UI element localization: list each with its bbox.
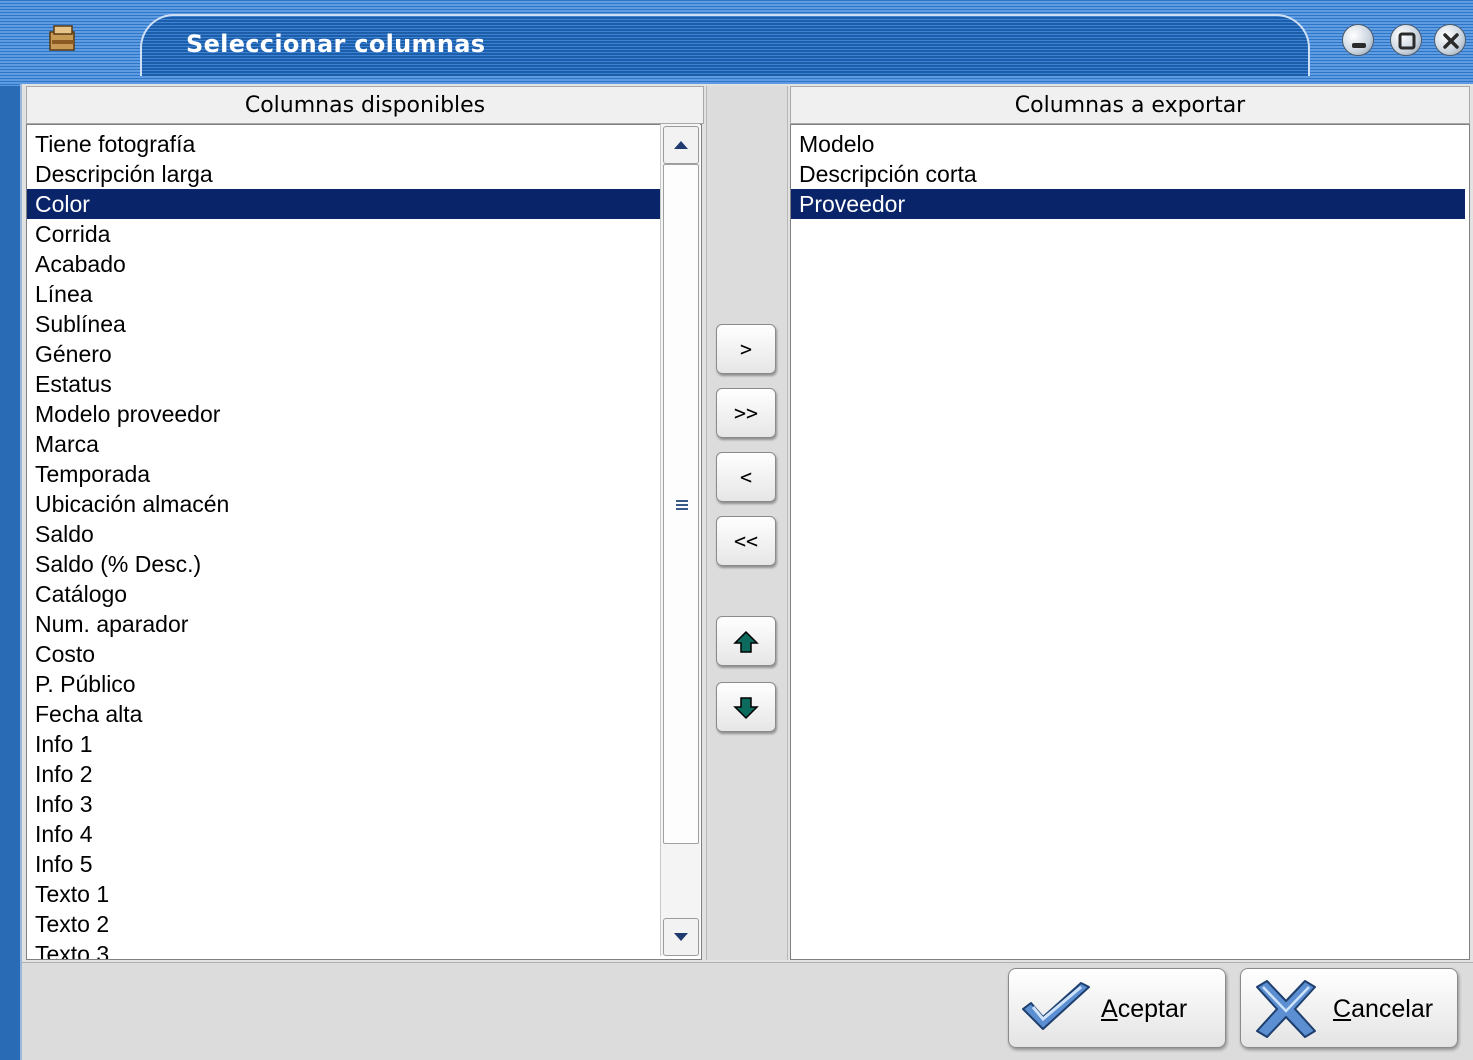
list-item[interactable]: Info 4 <box>27 819 663 849</box>
export-columns-list[interactable]: Modelo Descripción corta Proveedor <box>790 124 1470 960</box>
minimize-icon <box>1352 43 1366 48</box>
list-item[interactable]: Descripción larga <box>27 159 663 189</box>
add-one-button[interactable]: > <box>716 324 776 374</box>
list-item[interactable]: Línea <box>27 279 663 309</box>
available-columns-list[interactable]: Tiene fotografía Descripción larga Color Co… <box>26 124 702 960</box>
cancel-x-icon <box>1256 980 1316 1038</box>
available-list-scrollbar[interactable] <box>660 124 700 956</box>
list-item[interactable]: Catálogo <box>27 579 663 609</box>
dialog-window: Seleccionar columnas Columnas disponible… <box>0 0 1473 1060</box>
remove-one-button[interactable]: < <box>716 452 776 502</box>
move-up-button[interactable] <box>716 616 776 666</box>
cancel-label: Cancelar <box>1333 995 1434 1023</box>
available-columns-header: Columnas disponibles <box>26 86 704 124</box>
cancel-button[interactable]: Cancelar <box>1240 968 1458 1048</box>
close-icon <box>1443 33 1459 49</box>
list-item[interactable]: P. Público <box>27 669 663 699</box>
move-down-arrow-icon <box>733 697 759 720</box>
accept-button[interactable]: Aceptar <box>1008 968 1226 1048</box>
scroll-up-icon <box>674 141 688 149</box>
scroll-grip-icon <box>676 500 688 510</box>
maximize-button[interactable] <box>1390 24 1422 56</box>
list-item[interactable]: Saldo (% Desc.) <box>27 549 663 579</box>
list-item[interactable]: Temporada <box>27 459 663 489</box>
list-item[interactable]: Sublínea <box>27 309 663 339</box>
available-columns-items: Tiene fotografía Descripción larga Color Co… <box>27 125 663 959</box>
remove-all-button[interactable]: << <box>716 516 776 566</box>
list-item[interactable]: Modelo <box>791 129 1465 159</box>
list-item[interactable]: Texto 3 <box>27 939 663 959</box>
list-item[interactable]: Acabado <box>27 249 663 279</box>
list-item[interactable]: Info 3 <box>27 789 663 819</box>
list-item[interactable]: Modelo proveedor <box>27 399 663 429</box>
list-item[interactable]: Saldo <box>27 519 663 549</box>
accept-label: Aceptar <box>1101 995 1188 1023</box>
list-item[interactable]: Tiene fotografía <box>27 129 663 159</box>
window-title: Seleccionar columnas <box>186 30 486 58</box>
list-item[interactable]: Marca <box>27 429 663 459</box>
export-columns-items: Modelo Descripción corta Proveedor <box>791 125 1465 219</box>
export-columns-header: Columnas a exportar <box>790 86 1470 124</box>
list-item[interactable]: Info 2 <box>27 759 663 789</box>
list-item[interactable]: Texto 2 <box>27 909 663 939</box>
list-item[interactable]: Num. aparador <box>27 609 663 639</box>
add-all-button[interactable]: >> <box>716 388 776 438</box>
move-up-arrow-icon <box>733 630 759 653</box>
scroll-up-button[interactable] <box>663 126 699 164</box>
scroll-down-button[interactable] <box>663 918 699 956</box>
list-item[interactable]: Info 5 <box>27 849 663 879</box>
minimize-button[interactable] <box>1342 24 1374 56</box>
list-item[interactable]: Descripción corta <box>791 159 1465 189</box>
app-icon <box>49 25 75 51</box>
list-item[interactable]: Ubicación almacén <box>27 489 663 519</box>
scroll-down-icon <box>674 933 688 941</box>
maximize-icon <box>1398 32 1416 50</box>
list-item[interactable]: Info 1 <box>27 729 663 759</box>
title-bar[interactable]: Seleccionar columnas <box>0 0 1473 86</box>
list-item[interactable]: Género <box>27 339 663 369</box>
list-item[interactable]: Color <box>27 189 663 219</box>
list-item[interactable]: Corrida <box>27 219 663 249</box>
list-item[interactable]: Costo <box>27 639 663 669</box>
list-item[interactable]: Fecha alta <box>27 699 663 729</box>
checkmark-icon <box>1022 982 1090 1030</box>
list-item[interactable]: Proveedor <box>791 189 1465 219</box>
move-down-button[interactable] <box>716 682 776 732</box>
scroll-thumb[interactable] <box>663 164 699 844</box>
list-item[interactable]: Texto 1 <box>27 879 663 909</box>
list-item[interactable]: Estatus <box>27 369 663 399</box>
close-button[interactable] <box>1434 24 1466 56</box>
